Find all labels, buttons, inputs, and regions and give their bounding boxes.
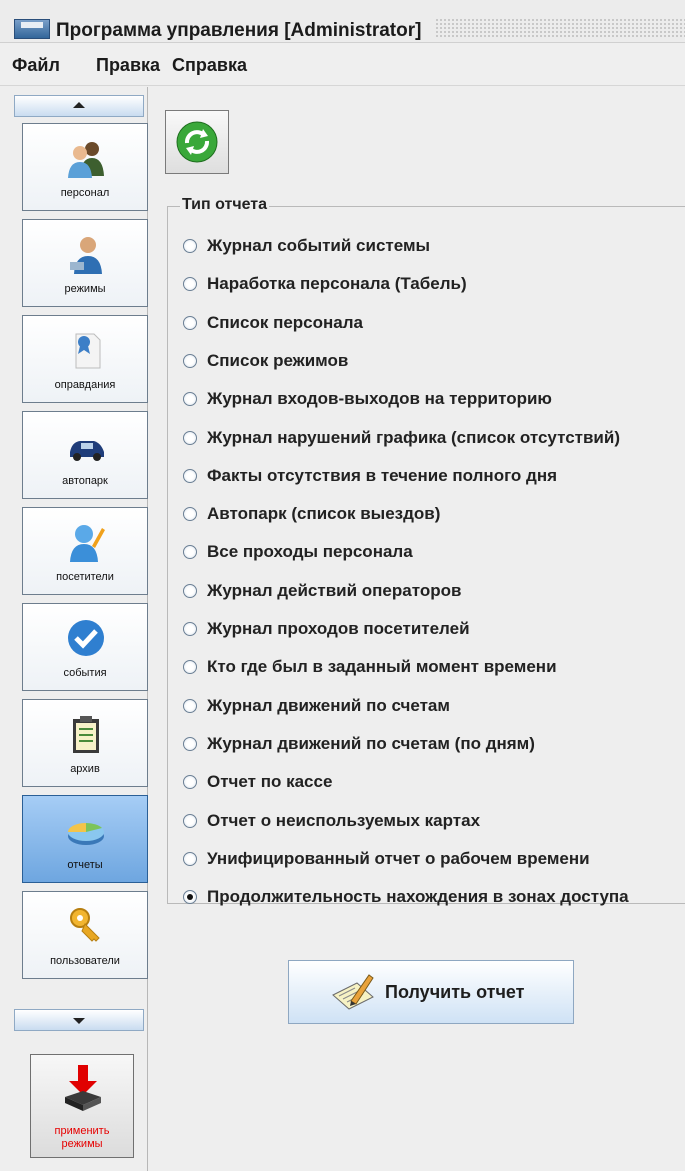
radio-button[interactable] <box>183 468 197 483</box>
report-option-label: Журнал действий операторов <box>207 580 462 600</box>
radio-button[interactable] <box>183 430 197 445</box>
sidebar-item-archive[interactable]: архив <box>22 699 148 787</box>
report-option-label: Список режимов <box>207 350 349 370</box>
report-option-label: Факты отсутствия в течение полного дня <box>207 465 558 485</box>
clipboard-icon <box>73 716 99 753</box>
apply-modes-label-line2: режимы <box>61 1138 103 1150</box>
sidebar-item-label: архив <box>70 763 100 775</box>
radio-button[interactable] <box>183 507 197 522</box>
get-report-label: Получить отчет <box>385 982 525 1002</box>
radio-button[interactable] <box>183 583 197 598</box>
radio-button[interactable] <box>183 622 197 636</box>
report-option-label: Журнал движений по счетам (по дням) <box>207 733 535 753</box>
sidebar-item-label: персонал <box>60 187 110 199</box>
get-report-button[interactable]: Получить отчет <box>288 960 574 1024</box>
chip-arrow-down-icon <box>65 1065 101 1111</box>
report-option-label: Журнал событий системы <box>207 236 431 255</box>
radio-button[interactable] <box>183 353 197 368</box>
window-title: Программа управления [Administrator] <box>56 20 422 41</box>
sidebar-item-visitors[interactable]: посетители <box>22 507 148 595</box>
checkmark-icon <box>68 620 104 656</box>
sidebar-item-excuses[interactable]: оправдания <box>22 315 148 403</box>
radio-button[interactable] <box>183 315 197 330</box>
visitor-pencil-icon <box>70 525 105 562</box>
report-option-label: Унифицированный отчет о рабочем времени <box>207 848 590 868</box>
sidebar-item-label: оправдания <box>54 379 116 391</box>
people-icon <box>68 142 104 178</box>
sidebar-item-carpool[interactable]: автопарк <box>22 411 148 499</box>
apply-modes-label-line1: применить <box>54 1125 110 1137</box>
report-type-legend: Тип отчета <box>180 196 270 214</box>
radio-button[interactable] <box>183 851 197 866</box>
radio-button[interactable] <box>183 698 197 713</box>
radio-button[interactable] <box>183 813 197 828</box>
pie-chart-icon <box>68 823 104 845</box>
sidebar-scroll-down-button[interactable] <box>14 1009 144 1031</box>
edit-document-icon <box>332 974 374 1010</box>
key-icon <box>70 908 100 942</box>
app-icon <box>14 19 50 39</box>
menu-bar: Файл Правка Справка <box>0 43 685 86</box>
sidebar-item-label: отчеты <box>67 859 103 871</box>
report-option-label: Все проходы персонала <box>207 542 413 562</box>
title-bar-drag-area[interactable] <box>435 18 685 38</box>
sidebar-item-label: режимы <box>64 283 106 295</box>
report-option-label: Отчет по кассе <box>207 772 333 792</box>
sidebar-item-users[interactable]: пользователи <box>22 891 148 979</box>
report-option-label: Отчет о неиспользуемых картах <box>207 810 481 830</box>
radio-button[interactable] <box>183 239 197 253</box>
person-computer-icon <box>70 237 102 274</box>
arrow-up-icon <box>73 102 85 108</box>
sidebar-item-label: пользователи <box>50 955 120 967</box>
sidebar-item-label: посетители <box>56 571 114 583</box>
sidebar: персонал режимы оправдания автопарк посе… <box>12 87 148 1171</box>
report-option-label: Журнал движений по счетам <box>207 695 450 715</box>
refresh-button[interactable] <box>165 110 229 174</box>
report-option-label: Журнал нарушений графика (список отсутст… <box>207 427 620 447</box>
report-option-label: Автопарк (список выездов) <box>207 504 441 524</box>
sidebar-scroll-up-button[interactable] <box>14 95 144 117</box>
sidebar-item-personnel[interactable]: персонал <box>22 123 148 211</box>
report-option-label: Журнал проходов посетителей <box>207 619 470 638</box>
report-option-label: Кто где был в заданный момент времени <box>207 657 557 677</box>
sidebar-item-label: события <box>63 667 107 679</box>
title-bar: Программа управления [Administrator] <box>0 0 685 43</box>
apply-modes-button[interactable]: применить режимы <box>30 1054 134 1158</box>
apply-modes-label: применить режимы <box>31 1125 133 1151</box>
arrow-down-icon <box>73 1018 85 1024</box>
sidebar-item-reports[interactable]: отчеты <box>22 795 148 883</box>
report-option-label: Журнал входов-выходов на территорию <box>207 389 552 409</box>
car-icon <box>70 441 104 461</box>
radio-button[interactable] <box>183 736 197 751</box>
menu-edit[interactable]: Правка <box>96 55 160 76</box>
radio-button[interactable] <box>183 890 197 905</box>
menu-file[interactable]: Файл <box>12 55 60 76</box>
report-option-label: Продолжительность нахождения в зонах дос… <box>207 887 629 907</box>
sidebar-item-events[interactable]: события <box>22 603 148 691</box>
document-ribbon-icon <box>75 333 101 369</box>
report-option-label: Наработка персонала (Табель) <box>207 274 467 294</box>
report-option-label: Список персонала <box>207 312 363 332</box>
sidebar-item-label: автопарк <box>62 475 108 487</box>
sidebar-item-modes[interactable]: режимы <box>22 219 148 307</box>
refresh-icon <box>176 121 218 163</box>
menu-help[interactable]: Справка <box>172 55 247 76</box>
